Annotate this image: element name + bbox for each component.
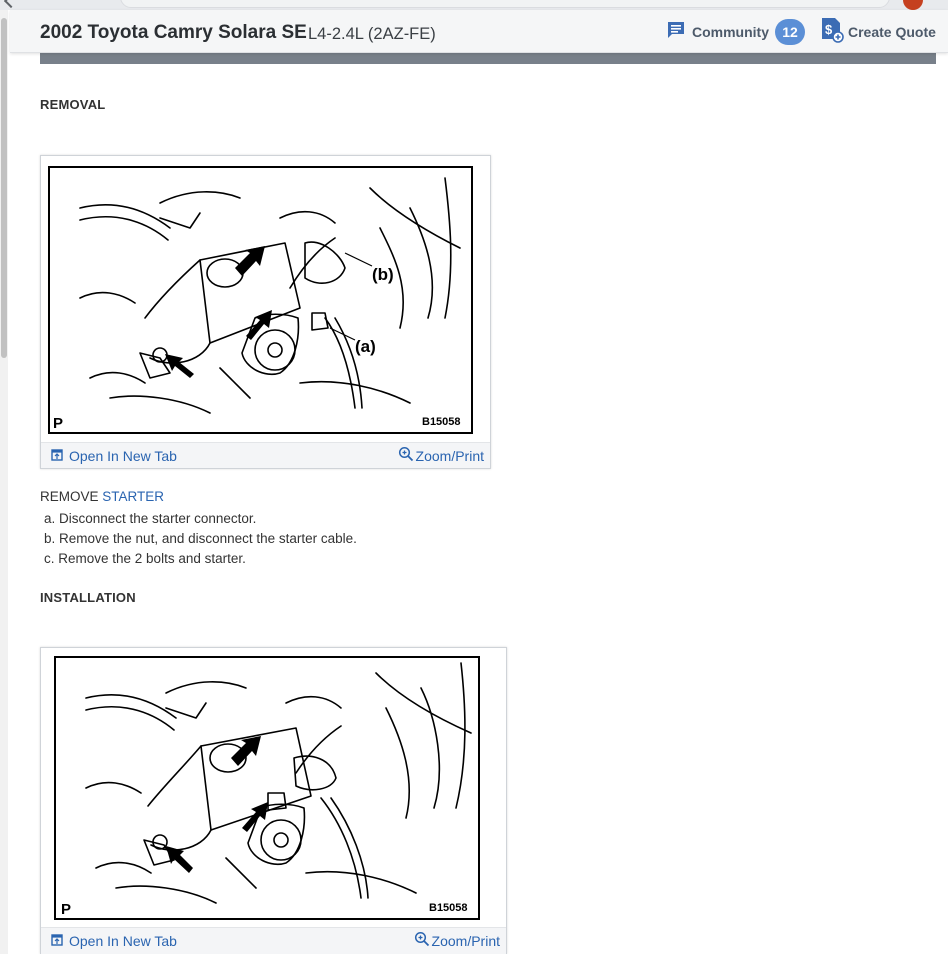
quote-dollar-icon: $ <box>820 17 844 48</box>
open-in-new-tab-link[interactable]: Open In New Tab <box>51 448 177 464</box>
community-label: Community <box>692 24 769 40</box>
figure-caption-bar: Open In New Tab Zoom/Print <box>41 442 490 468</box>
starter-link[interactable]: STARTER <box>102 489 164 504</box>
back-arrow-icon[interactable] <box>3 0 19 9</box>
zoom-print-link[interactable]: Zoom/Print <box>414 931 500 950</box>
vehicle-title: 2002 Toyota Camry Solara SE <box>40 22 307 43</box>
open-in-new-tab-label: Open In New Tab <box>69 933 177 949</box>
engine-spec: L4-2.4L (2AZ-FE) <box>308 25 436 43</box>
zoom-in-icon <box>414 931 430 950</box>
installation-heading: INSTALLATION <box>40 590 136 605</box>
diagram-corner-label: P <box>61 901 71 918</box>
callout-b: (b) <box>372 265 394 284</box>
vehicle-header: 2002 Toyota Camry Solara SE L4-2.4L (2AZ… <box>10 10 948 53</box>
open-in-new-tab-link[interactable]: Open In New Tab <box>51 933 177 949</box>
removal-figure: (b) (a) P B15058 Open In New Tab Zoom/Pr… <box>40 155 491 469</box>
removal-steps: a. Disconnect the starter connector. b. … <box>44 509 357 569</box>
scrollbar-thumb[interactable] <box>1 18 7 358</box>
remove-instruction: REMOVE STARTER <box>40 489 164 504</box>
starter-removal-diagram[interactable]: (b) (a) P B15058 <box>48 166 473 434</box>
svg-text:$: $ <box>825 22 833 37</box>
zoom-print-link[interactable]: Zoom/Print <box>398 446 484 465</box>
remove-prefix: REMOVE <box>40 489 103 504</box>
zoom-print-label: Zoom/Print <box>431 932 500 949</box>
diagram-figure-id: B15058 <box>429 902 468 914</box>
starter-installation-diagram[interactable]: P B15058 <box>54 656 480 920</box>
community-count-badge: 12 <box>775 19 805 45</box>
community-button[interactable]: Community 12 <box>666 18 805 46</box>
chat-bubble-icon <box>666 20 686 45</box>
diagram-corner-label: P <box>53 415 63 432</box>
section-title-bar <box>40 53 936 64</box>
browser-chrome <box>0 0 948 10</box>
step-item: c. Remove the 2 bolts and starter. <box>44 551 246 566</box>
scrollbar[interactable] <box>0 10 8 954</box>
open-in-new-tab-icon <box>51 448 63 464</box>
create-quote-label: Create Quote <box>848 24 936 40</box>
step-item: b. Remove the nut, and disconnect the st… <box>44 531 357 546</box>
zoom-in-icon <box>398 446 414 465</box>
installation-figure: P B15058 Open In New Tab Zoom/Print <box>40 647 507 954</box>
profile-avatar[interactable] <box>903 0 923 10</box>
zoom-print-label: Zoom/Print <box>415 447 484 464</box>
open-in-new-tab-label: Open In New Tab <box>69 448 177 464</box>
figure-caption-bar: Open In New Tab Zoom/Print <box>41 927 506 954</box>
open-in-new-tab-icon <box>51 933 63 949</box>
callout-a: (a) <box>355 337 376 356</box>
step-item: a. Disconnect the starter connector. <box>44 511 257 526</box>
create-quote-button[interactable]: $ Create Quote <box>820 17 936 48</box>
diagram-figure-id: B15058 <box>422 416 461 428</box>
address-bar[interactable] <box>120 0 890 8</box>
removal-heading: REMOVAL <box>40 97 106 112</box>
